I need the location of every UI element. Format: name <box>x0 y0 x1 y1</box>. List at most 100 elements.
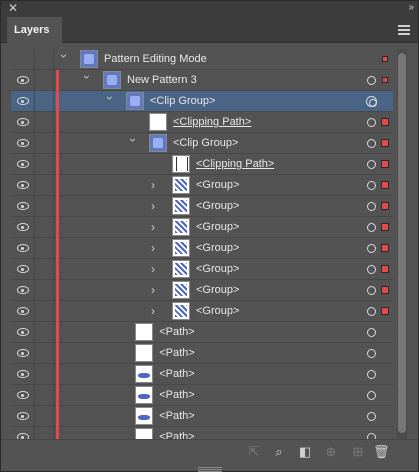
target-icon[interactable] <box>367 139 376 148</box>
chevron-right-icon[interactable]: › <box>151 242 161 254</box>
selection-indicator[interactable] <box>381 223 389 231</box>
visibility-toggle[interactable] <box>11 49 35 70</box>
layer-name[interactable]: <Group> <box>196 242 239 254</box>
target-icon[interactable] <box>366 96 377 107</box>
target-icon[interactable] <box>367 160 376 169</box>
chevron-down-icon[interactable]: › <box>57 54 71 64</box>
target-icon[interactable] <box>367 118 376 127</box>
layer-row[interactable]: › <Group> <box>11 196 393 217</box>
layer-name[interactable]: <Clip Group> <box>173 137 238 149</box>
lock-toggle[interactable] <box>35 217 54 238</box>
selection-indicator[interactable] <box>381 160 389 168</box>
chevron-right-icon[interactable]: › <box>151 200 161 212</box>
layer-name[interactable]: <Group> <box>196 221 239 233</box>
target-icon[interactable] <box>367 349 376 358</box>
target-icon[interactable] <box>367 244 376 253</box>
chevron-right-icon[interactable]: › <box>151 221 161 233</box>
lock-toggle[interactable] <box>35 175 54 196</box>
chevron-down-icon[interactable]: › <box>80 75 94 85</box>
layer-name[interactable]: <Path> <box>159 347 194 359</box>
lock-toggle[interactable] <box>35 133 54 154</box>
layer-row[interactable]: <Clipping Path> <box>11 154 393 175</box>
selection-indicator[interactable] <box>381 139 389 147</box>
visibility-toggle[interactable] <box>11 91 35 112</box>
target-icon[interactable] <box>367 181 376 190</box>
scrollbar[interactable] <box>397 49 407 441</box>
selection-indicator[interactable] <box>381 202 389 210</box>
layer-row[interactable]: › <Group> <box>11 259 393 280</box>
target-icon[interactable] <box>367 202 376 211</box>
layer-row[interactable]: › <Clip Group> <box>11 91 393 112</box>
lock-toggle[interactable] <box>35 49 54 70</box>
lock-toggle[interactable] <box>35 385 54 406</box>
layer-row[interactable]: <Path> <box>11 322 393 343</box>
target-icon[interactable] <box>367 328 376 337</box>
selection-indicator[interactable] <box>381 244 389 252</box>
target-icon[interactable] <box>367 307 376 316</box>
resize-grip[interactable] <box>198 467 222 472</box>
layer-name[interactable]: <Path> <box>159 389 194 401</box>
target-icon[interactable] <box>367 391 376 400</box>
layer-row[interactable]: › <Group> <box>11 280 393 301</box>
chevron-down-icon[interactable]: › <box>126 138 140 148</box>
layer-name[interactable]: <Group> <box>196 284 239 296</box>
layer-row[interactable]: › <Clip Group> <box>11 133 393 154</box>
layer-row[interactable]: <Path> <box>11 364 393 385</box>
visibility-toggle[interactable] <box>11 406 35 427</box>
layer-name[interactable]: <Group> <box>196 263 239 275</box>
collapse-icon[interactable]: » <box>408 2 413 13</box>
layer-name[interactable]: <Path> <box>159 410 194 422</box>
lock-toggle[interactable] <box>35 259 54 280</box>
layer-name[interactable]: Pattern Editing Mode <box>104 53 207 65</box>
selection-indicator[interactable] <box>381 286 389 294</box>
chevron-right-icon[interactable]: › <box>151 284 161 296</box>
layer-name[interactable]: <Group> <box>196 200 239 212</box>
target-icon[interactable] <box>367 412 376 421</box>
target-icon[interactable] <box>367 265 376 274</box>
visibility-toggle[interactable] <box>11 70 35 91</box>
lock-toggle[interactable] <box>35 112 54 133</box>
target-icon[interactable] <box>367 223 376 232</box>
tab-layers[interactable]: Layers <box>7 17 62 43</box>
lock-toggle[interactable] <box>35 91 54 112</box>
visibility-toggle[interactable] <box>11 364 35 385</box>
lock-toggle[interactable] <box>35 280 54 301</box>
layer-row[interactable]: <Path> <box>11 343 393 364</box>
lock-toggle[interactable] <box>35 364 54 385</box>
chevron-right-icon[interactable]: › <box>151 305 161 317</box>
visibility-toggle[interactable] <box>11 238 35 259</box>
layer-name[interactable]: <Group> <box>196 305 239 317</box>
layer-name[interactable]: <Path> <box>159 326 194 338</box>
selection-indicator[interactable] <box>381 181 389 189</box>
selection-indicator[interactable] <box>382 56 388 62</box>
layer-name[interactable]: <Clip Group> <box>150 95 215 107</box>
lock-toggle[interactable] <box>35 343 54 364</box>
new-layer-icon[interactable]: ⊞ <box>350 444 366 460</box>
visibility-toggle[interactable] <box>11 196 35 217</box>
lock-toggle[interactable] <box>35 406 54 427</box>
trash-icon[interactable]: 🗑 <box>373 444 390 460</box>
lock-toggle[interactable] <box>35 196 54 217</box>
layer-name[interactable]: <Clipping Path> <box>173 116 251 128</box>
layer-row[interactable]: › <Group> <box>11 301 393 322</box>
layer-row[interactable]: › <Group> <box>11 217 393 238</box>
layer-name[interactable]: New Pattern 3 <box>127 74 197 86</box>
chevron-right-icon[interactable]: › <box>151 179 161 191</box>
lock-toggle[interactable] <box>35 301 54 322</box>
target-icon[interactable] <box>367 76 376 85</box>
scroll-thumb[interactable] <box>398 53 406 433</box>
sublayer-icon[interactable]: ⊕ <box>323 444 339 460</box>
visibility-toggle[interactable] <box>11 301 35 322</box>
lock-toggle[interactable] <box>35 70 54 91</box>
lock-toggle[interactable] <box>35 154 54 175</box>
chevron-right-icon[interactable]: › <box>151 263 161 275</box>
visibility-toggle[interactable] <box>11 385 35 406</box>
visibility-toggle[interactable] <box>11 175 35 196</box>
layer-name[interactable]: <Clipping Path> <box>196 158 274 170</box>
selection-indicator[interactable] <box>381 265 389 273</box>
visibility-toggle[interactable] <box>11 112 35 133</box>
layer-row[interactable]: <Path> <box>11 385 393 406</box>
layer-row[interactable]: › New Pattern 3 <box>11 70 393 91</box>
layer-row[interactable]: <Path> <box>11 406 393 427</box>
chevron-down-icon[interactable]: › <box>103 96 117 106</box>
